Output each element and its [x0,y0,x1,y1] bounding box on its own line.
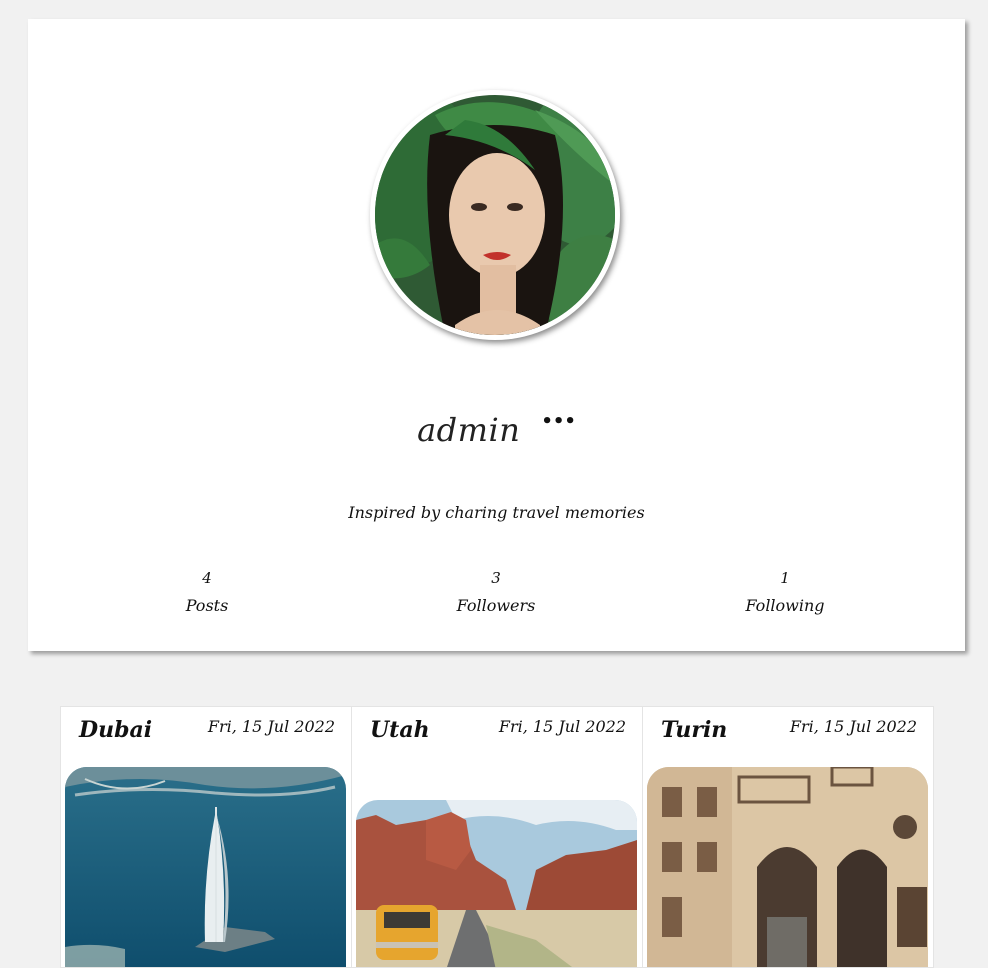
stat-followers[interactable]: 3 Followers [406,565,586,619]
post-image[interactable] [356,800,637,967]
avatar[interactable] [370,90,620,340]
post-title: Dubai [79,717,153,743]
post-card[interactable]: Turin Fri, 15 Jul 2022 [642,706,934,968]
post-title: Turin [661,717,728,743]
more-options-icon[interactable]: ••• [541,413,576,431]
post-card[interactable]: Dubai Fri, 15 Jul 2022 [60,706,352,968]
username: admin [417,411,521,449]
followers-label: Followers [456,596,536,615]
post-date: Fri, 15 Jul 2022 [207,717,335,736]
username-row: admin ••• [28,411,965,449]
profile-card: admin ••• Inspired by charing travel mem… [28,19,965,651]
posts-label: Posts [185,596,229,615]
posts-count: 4 [202,569,212,587]
post-title: Utah [370,717,430,743]
stat-following[interactable]: 1 Following [695,565,875,619]
post-date: Fri, 15 Jul 2022 [498,717,626,736]
post-date: Fri, 15 Jul 2022 [789,717,917,736]
following-label: Following [745,596,825,615]
following-count: 1 [780,569,790,587]
avatar-photo [375,95,615,335]
post-image[interactable] [65,767,346,967]
stat-posts[interactable]: 4 Posts [117,565,297,619]
post-image[interactable] [647,767,928,967]
post-card[interactable]: Utah Fri, 15 Jul 2022 [351,706,643,968]
followers-count: 3 [491,569,501,587]
profile-bio: Inspired by charing travel memories [348,503,645,522]
